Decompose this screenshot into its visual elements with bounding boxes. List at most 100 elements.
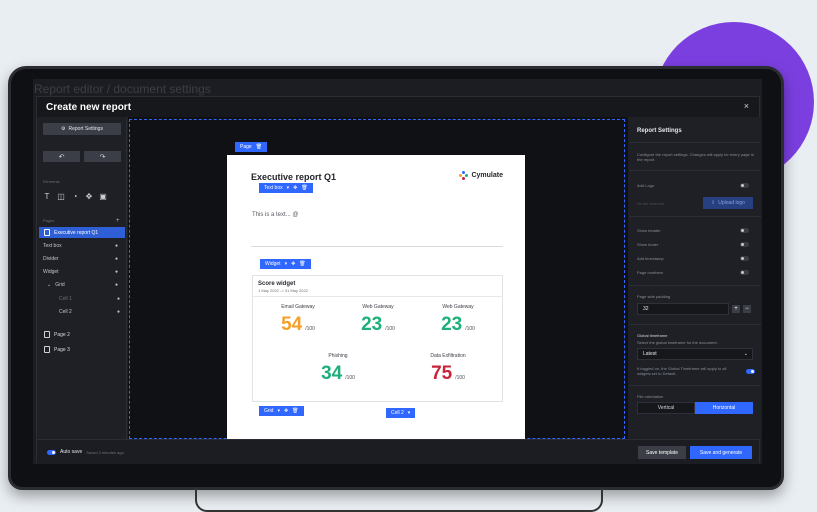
- tree-item-text-box[interactable]: Text box ●: [43, 241, 123, 250]
- separator: [629, 216, 761, 217]
- create-report-modal: Create new report × ⚙ Report Settings ↶ …: [36, 96, 761, 464]
- widget-title: Score widget: [258, 281, 296, 287]
- autosave: Auto save Saved 2 minutes ago: [47, 449, 124, 455]
- tree-item-cell-2[interactable]: Cell 2 ●: [59, 307, 125, 316]
- chevron-down-icon[interactable]: ▾: [277, 408, 280, 414]
- trash-icon[interactable]: 🗑: [301, 185, 307, 191]
- autosave-label: Auto save: [60, 449, 83, 455]
- global-timeframe-label: Global timeframe: [637, 333, 668, 338]
- trash-icon[interactable]: 🗑: [292, 408, 298, 414]
- padding-input[interactable]: 32: [637, 303, 729, 315]
- gear-icon: ⚙: [61, 126, 66, 132]
- widget-element-icon[interactable]: ✥: [84, 191, 94, 201]
- separator: [629, 285, 761, 286]
- text-box-tag[interactable]: Text box ▾ ✥ 🗑: [259, 183, 313, 193]
- divider[interactable]: [251, 246, 503, 247]
- chevron-down-icon[interactable]: ▾: [285, 261, 288, 267]
- chevron-down-icon: ⌄: [743, 351, 748, 357]
- close-icon[interactable]: ×: [744, 101, 749, 111]
- cymulate-logo: Cymulate: [459, 171, 503, 180]
- show-header-row: Show header: [637, 228, 755, 233]
- settings-description: Configure the report settings. Changes w…: [637, 152, 754, 162]
- eye-icon[interactable]: ●: [115, 243, 118, 249]
- timeframe-select[interactable]: Latest ⌄: [637, 348, 753, 360]
- eye-icon[interactable]: ●: [115, 282, 118, 288]
- elements-label: Elements: [43, 179, 60, 184]
- bottom-bar: Auto save Saved 2 minutes ago Save templ…: [37, 439, 759, 464]
- chevron-down-icon[interactable]: ▾: [408, 410, 411, 416]
- separator: [629, 170, 761, 171]
- trash-icon[interactable]: 🗑: [299, 261, 305, 267]
- page-icon: [44, 229, 50, 236]
- widget-date-range: 1 May 2022 -> 31 May 2022: [258, 288, 308, 293]
- chevron-down-icon[interactable]: ⌄: [47, 282, 51, 288]
- redo-button[interactable]: ↷: [84, 151, 121, 162]
- save-template-button[interactable]: Save template: [638, 446, 686, 459]
- orientation-vertical[interactable]: Vertical: [637, 402, 695, 414]
- tree-item-divider[interactable]: Divider ●: [43, 254, 123, 263]
- tree-item-widget[interactable]: Widget ●: [43, 267, 123, 276]
- page-item-executive-report[interactable]: Executive report Q1: [39, 227, 125, 238]
- upload-icon: ⇪: [711, 200, 716, 206]
- upload-logo-button[interactable]: ⇪ Upload logo: [703, 197, 753, 209]
- tree-item-cell-1[interactable]: Cell 1 ●: [59, 294, 125, 303]
- pages-label: Pages: [43, 218, 55, 223]
- chart-element-icon[interactable]: ◔: [70, 191, 80, 201]
- move-icon[interactable]: ✥: [293, 185, 297, 191]
- report-page: Executive report Q1 Cymulate Text box ▾ …: [227, 155, 525, 439]
- page-tag[interactable]: Page 🗑: [235, 142, 268, 152]
- report-settings-button[interactable]: ⚙ Report Settings: [43, 123, 121, 135]
- logo-mark: [459, 171, 469, 180]
- save-and-generate-button[interactable]: Save and generate: [690, 446, 752, 459]
- report-title[interactable]: Executive report Q1: [251, 172, 336, 182]
- eye-icon[interactable]: ●: [117, 309, 120, 315]
- score-web-gateway: Web Gateway 23/100: [361, 304, 395, 335]
- undo-icon: ↶: [58, 153, 65, 161]
- orientation-horizontal[interactable]: Horizontal: [695, 402, 753, 414]
- eye-icon[interactable]: ●: [117, 296, 120, 302]
- eye-icon[interactable]: ●: [115, 256, 118, 262]
- elements-toolbar: T ◫ ◔ ✥ ▣: [42, 191, 108, 201]
- page-numbers-toggle[interactable]: [740, 270, 749, 275]
- eye-icon[interactable]: ●: [115, 269, 118, 275]
- chevron-down-icon[interactable]: ▾: [287, 185, 290, 191]
- columns-element-icon[interactable]: ◫: [56, 191, 66, 201]
- page-item-page-3[interactable]: Page 3: [39, 344, 125, 355]
- tree-item-grid[interactable]: ⌄ Grid ●: [47, 280, 127, 289]
- global-timeframe-toggle[interactable]: [746, 369, 755, 374]
- orientation-label: File orientation: [637, 394, 664, 399]
- add-timestamp-toggle[interactable]: [740, 256, 749, 261]
- padding-label: Page side padding: [637, 294, 671, 299]
- add-logo-toggle[interactable]: [740, 183, 749, 188]
- autosave-toggle[interactable]: [47, 449, 56, 455]
- show-header-toggle[interactable]: [740, 228, 749, 233]
- increment-button[interactable]: +: [732, 305, 740, 313]
- monitor-stand: [195, 488, 603, 512]
- add-logo-row: Add Logo: [637, 183, 755, 188]
- show-footer-toggle[interactable]: [740, 242, 749, 247]
- move-icon[interactable]: ✥: [284, 408, 288, 414]
- modal-header: Create new report ×: [37, 97, 759, 117]
- image-element-icon[interactable]: ▣: [98, 191, 108, 201]
- grid-tag[interactable]: Grid ▾ ✥ 🗑: [259, 406, 304, 416]
- separator: [629, 142, 761, 143]
- page-item-page-2[interactable]: Page 2: [39, 329, 125, 340]
- add-page-icon[interactable]: +: [116, 218, 120, 224]
- undo-button[interactable]: ↶: [43, 151, 80, 162]
- settings-title: Report Settings: [637, 128, 682, 134]
- trash-icon[interactable]: 🗑: [256, 144, 262, 150]
- separator: [629, 324, 761, 325]
- decrement-button[interactable]: −: [743, 305, 751, 313]
- widget-divider: [253, 296, 502, 297]
- separator: [629, 385, 761, 386]
- text-element-icon[interactable]: T: [42, 191, 52, 201]
- cell-tag[interactable]: Cell 2 ▾: [386, 408, 416, 418]
- move-icon[interactable]: ✥: [291, 261, 295, 267]
- widget-tag[interactable]: Widget ▾ ✥ 🗑: [260, 259, 311, 269]
- background-page-title: Report editor / document settings: [34, 82, 211, 96]
- score-widget[interactable]: Score widget 1 May 2022 -> 31 May 2022 E…: [252, 275, 503, 402]
- left-panel: ⚙ Report Settings ↶ ↷ Elements T ◫ ◔ ✥ ▣…: [37, 117, 127, 439]
- right-panel: Report Settings Configure the report set…: [629, 117, 761, 439]
- score-data-exfiltration: Data Exfiltration 75/100: [430, 353, 466, 384]
- text-box-content[interactable]: This is a text... @: [252, 212, 298, 218]
